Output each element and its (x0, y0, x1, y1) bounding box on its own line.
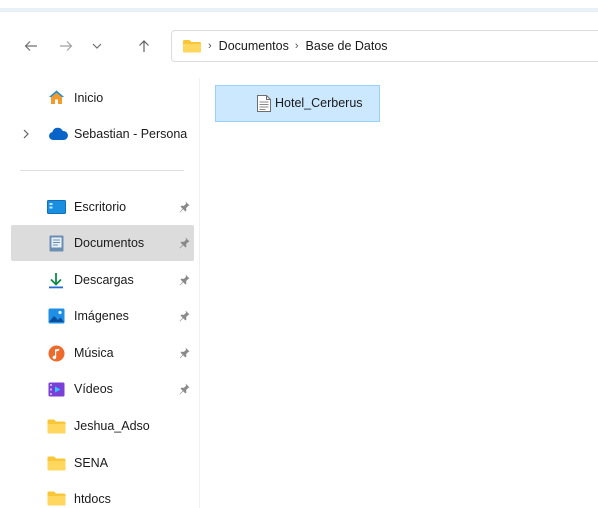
sidebar-item-label: SENA (74, 456, 109, 470)
sidebar-item-label: Vídeos (74, 382, 113, 396)
pictures-icon (48, 308, 65, 324)
sidebar-item-descargas[interactable]: Descargas (11, 262, 194, 298)
onedrive-cloud-icon (49, 127, 68, 140)
sidebar-item-escritorio[interactable]: Escritorio (11, 189, 194, 225)
chevron-right-icon[interactable]: › (208, 40, 212, 52)
sidebar-item-onedrive[interactable]: Sebastian - Persona (11, 116, 194, 152)
pin-icon[interactable] (178, 273, 191, 286)
forward-button[interactable] (55, 34, 77, 58)
chevron-down-icon (92, 43, 102, 49)
breadcrumb-base-de-datos[interactable]: Base de Datos (306, 39, 388, 53)
address-bar[interactable]: › Documentos › Base de Datos (171, 30, 598, 62)
file-item-hotel-cerberus[interactable]: Hotel_Cerberus (215, 85, 380, 122)
sidebar-item-documentos[interactable]: Documentos (11, 225, 194, 261)
sidebar-item-htdocs[interactable]: htdocs (11, 472, 194, 508)
file-name: Hotel_Cerberus (275, 96, 363, 110)
sidebar-item-label: Imágenes (74, 309, 129, 323)
pin-icon[interactable] (178, 346, 191, 359)
music-icon (48, 345, 65, 362)
sidebar-item-musica[interactable]: Música (11, 335, 194, 371)
arrow-up-icon (139, 40, 149, 52)
sidebar-divider (199, 78, 200, 508)
up-button[interactable] (133, 34, 155, 58)
recent-locations-button[interactable] (86, 34, 108, 58)
home-icon (49, 90, 64, 104)
videos-icon (48, 382, 65, 397)
text-document-icon (257, 95, 271, 112)
downloads-icon (49, 273, 63, 289)
sidebar-item-imagenes[interactable]: Imágenes (11, 298, 194, 334)
arrow-left-icon (24, 41, 37, 51)
sidebar-separator (20, 170, 184, 171)
pin-icon[interactable] (178, 382, 191, 395)
back-button[interactable] (20, 34, 42, 58)
desktop-icon (47, 200, 66, 214)
sidebar-item-label: Descargas (74, 273, 134, 287)
navigation-bar: › Documentos › Base de Datos (0, 28, 598, 64)
folder-icon (47, 419, 66, 434)
folder-icon (47, 456, 66, 471)
pin-icon[interactable] (178, 236, 191, 249)
sidebar-item-inicio[interactable]: Inicio (11, 80, 194, 116)
pin-icon[interactable] (178, 309, 191, 322)
sidebar-item-label: htdocs (74, 492, 111, 506)
breadcrumb-documentos[interactable]: Documentos (219, 39, 289, 53)
sidebar-item-jeshua-adso[interactable]: Jeshua_Adso (11, 408, 194, 444)
chevron-right-icon[interactable]: › (295, 40, 299, 52)
folder-icon (47, 491, 66, 506)
folder-icon (183, 40, 201, 53)
sidebar-item-label: Escritorio (74, 200, 127, 214)
arrow-right-icon (60, 41, 73, 51)
sidebar-item-label: Documentos (74, 236, 145, 250)
documents-icon (49, 235, 64, 252)
sidebar-item-label: Inicio (74, 91, 104, 105)
pin-icon[interactable] (178, 200, 191, 213)
sidebar-item-videos[interactable]: Vídeos (11, 371, 194, 407)
sidebar-item-label: Jeshua_Adso (74, 419, 150, 433)
sidebar-item-label: Sebastian - Persona (74, 127, 188, 141)
sidebar-item-label: Música (74, 346, 114, 360)
window-top-edge (0, 0, 598, 12)
